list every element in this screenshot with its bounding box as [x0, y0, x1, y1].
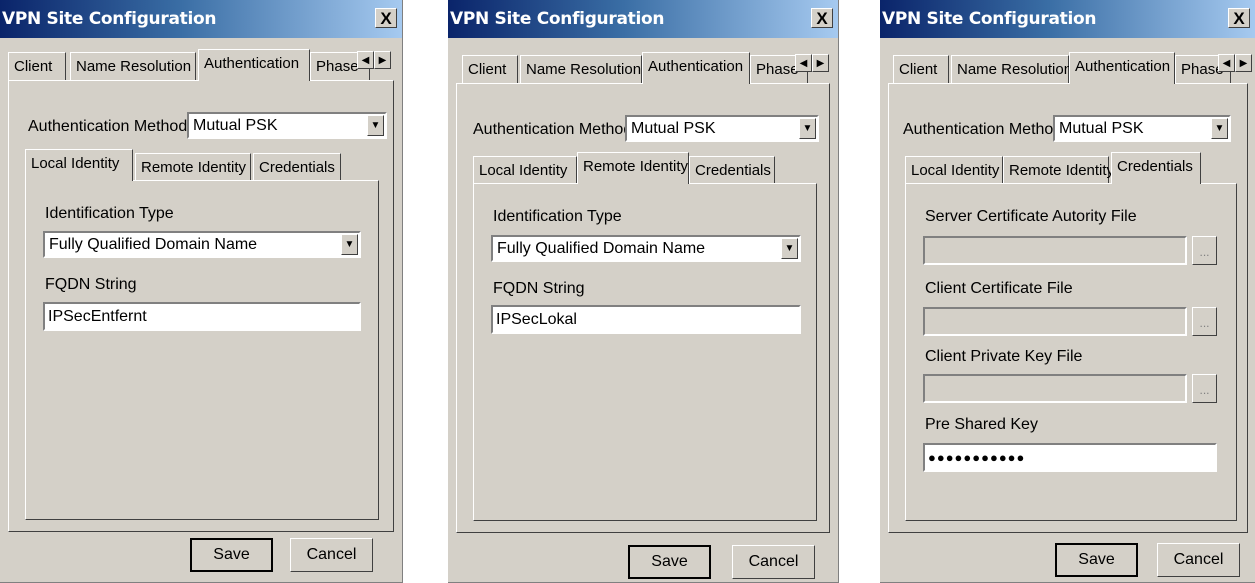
- identification-type-select[interactable]: Fully Qualified Domain Name ▼: [491, 235, 801, 262]
- tab-client[interactable]: Client: [8, 52, 66, 80]
- tab-scroll-arrows: ◀ ▶: [1218, 54, 1252, 72]
- authentication-panel: Authentication Method Mutual PSK ▼ Local…: [456, 83, 830, 533]
- title-bar[interactable]: VPN Site Configuration X: [880, 0, 1255, 38]
- identification-type-value: Fully Qualified Domain Name: [49, 236, 258, 253]
- inner-tab-remote-identity[interactable]: Remote Identity: [577, 152, 689, 184]
- cancel-button[interactable]: Cancel: [732, 545, 815, 579]
- authentication-panel: Authentication Method Mutual PSK ▼ Local…: [8, 80, 394, 532]
- auth-method-value: Mutual PSK: [193, 117, 278, 134]
- identification-type-label: Identification Type: [493, 208, 622, 225]
- fqdn-string-input[interactable]: IPSecLokal: [491, 305, 801, 334]
- auth-method-select[interactable]: Mutual PSK ▼: [625, 115, 819, 142]
- scroll-left-icon[interactable]: ◀: [1218, 54, 1235, 72]
- tab-scroll-arrows: ◀ ▶: [795, 54, 829, 72]
- cancel-button[interactable]: Cancel: [1157, 543, 1240, 577]
- window-title: VPN Site Configuration: [2, 9, 217, 29]
- chevron-down-icon[interactable]: ▼: [799, 118, 816, 139]
- chevron-down-icon[interactable]: ▼: [781, 238, 798, 259]
- scroll-right-icon[interactable]: ▶: [374, 51, 391, 69]
- tab-name-resolution[interactable]: Name Resolution: [70, 52, 196, 80]
- credentials-panel: Server Certificate Autority File ... Cli…: [905, 183, 1237, 521]
- tab-client[interactable]: Client: [893, 55, 949, 83]
- main-tabstrip: Client Name Resolution Authentication Ph…: [8, 49, 402, 81]
- tab-client[interactable]: Client: [462, 55, 518, 83]
- local-identity-panel: Identification Type Fully Qualified Doma…: [25, 180, 379, 520]
- inner-tab-remote-identity[interactable]: Remote Identity: [1003, 156, 1114, 184]
- save-button[interactable]: Save: [190, 538, 273, 572]
- tab-name-resolution[interactable]: Name Resolution: [951, 55, 1072, 83]
- save-button[interactable]: Save: [628, 545, 711, 579]
- cancel-button[interactable]: Cancel: [290, 538, 373, 572]
- tab-authentication[interactable]: Authentication: [198, 49, 310, 81]
- server-ca-file-label: Server Certificate Autority File: [925, 208, 1137, 225]
- identification-type-label: Identification Type: [45, 205, 174, 222]
- identification-type-value: Fully Qualified Domain Name: [497, 240, 706, 257]
- tab-authentication[interactable]: Authentication: [642, 52, 750, 84]
- inner-tab-credentials[interactable]: Credentials: [253, 153, 341, 181]
- fqdn-string-label: FQDN String: [493, 280, 585, 297]
- fqdn-string-label: FQDN String: [45, 276, 137, 293]
- save-button[interactable]: Save: [1055, 543, 1138, 577]
- auth-method-label: Authentication Method: [28, 118, 188, 135]
- auth-method-value: Mutual PSK: [1059, 120, 1144, 137]
- server-ca-browse-button[interactable]: ...: [1192, 236, 1217, 265]
- scroll-right-icon[interactable]: ▶: [812, 54, 829, 72]
- chevron-down-icon[interactable]: ▼: [341, 234, 358, 255]
- inner-tab-remote-identity[interactable]: Remote Identity: [135, 153, 251, 181]
- server-ca-file-input[interactable]: [923, 236, 1187, 265]
- tab-scroll-arrows: ◀ ▶: [357, 51, 391, 69]
- vpn-config-window-remote-identity: VPN Site Configuration X Client Name Res…: [448, 0, 839, 583]
- client-cert-file-label: Client Certificate File: [925, 280, 1073, 297]
- inner-tab-credentials[interactable]: Credentials: [689, 156, 775, 184]
- remote-identity-panel: Identification Type Fully Qualified Doma…: [473, 183, 817, 521]
- pre-shared-key-input[interactable]: ●●●●●●●●●●●: [923, 443, 1217, 472]
- main-tabstrip: Client Name Resolution Authentication Ph…: [888, 52, 1255, 84]
- title-bar[interactable]: VPN Site Configuration X: [0, 0, 402, 38]
- client-cert-browse-button[interactable]: ...: [1192, 307, 1217, 336]
- client-private-key-input[interactable]: [923, 374, 1187, 403]
- identification-type-select[interactable]: Fully Qualified Domain Name ▼: [43, 231, 361, 258]
- title-bar[interactable]: VPN Site Configuration X: [448, 0, 838, 38]
- window-title: VPN Site Configuration: [450, 9, 665, 29]
- inner-tab-credentials[interactable]: Credentials: [1111, 152, 1201, 184]
- auth-method-select[interactable]: Mutual PSK ▼: [187, 112, 387, 139]
- client-private-key-label: Client Private Key File: [925, 348, 1083, 365]
- scroll-left-icon[interactable]: ◀: [795, 54, 812, 72]
- main-tabstrip: Client Name Resolution Authentication Ph…: [456, 52, 838, 84]
- chevron-down-icon[interactable]: ▼: [367, 115, 384, 136]
- fqdn-string-input[interactable]: IPSecEntfernt: [43, 302, 361, 331]
- client-cert-file-input[interactable]: [923, 307, 1187, 336]
- inner-tab-local-identity[interactable]: Local Identity: [473, 156, 577, 184]
- scroll-right-icon[interactable]: ▶: [1235, 54, 1252, 72]
- tab-authentication[interactable]: Authentication: [1069, 52, 1175, 84]
- chevron-down-icon[interactable]: ▼: [1211, 118, 1228, 139]
- vpn-config-window-local-identity: VPN Site Configuration X Client Name Res…: [0, 0, 403, 583]
- inner-tab-local-identity[interactable]: Local Identity: [25, 149, 133, 181]
- scroll-left-icon[interactable]: ◀: [357, 51, 374, 69]
- auth-method-label: Authentication Method: [903, 121, 1063, 138]
- authentication-panel: Authentication Method Mutual PSK ▼ Local…: [888, 83, 1248, 533]
- vpn-config-window-credentials: VPN Site Configuration X Client Name Res…: [880, 0, 1255, 583]
- tab-name-resolution[interactable]: Name Resolution: [520, 55, 642, 83]
- close-button[interactable]: X: [811, 8, 833, 28]
- close-button[interactable]: X: [375, 8, 397, 28]
- inner-tab-local-identity[interactable]: Local Identity: [905, 156, 1003, 184]
- pre-shared-key-label: Pre Shared Key: [925, 416, 1038, 433]
- auth-method-value: Mutual PSK: [631, 120, 716, 137]
- auth-method-select[interactable]: Mutual PSK ▼: [1053, 115, 1231, 142]
- client-key-browse-button[interactable]: ...: [1192, 374, 1217, 403]
- close-button[interactable]: X: [1228, 8, 1250, 28]
- window-title: VPN Site Configuration: [882, 9, 1097, 29]
- auth-method-label: Authentication Method: [473, 121, 633, 138]
